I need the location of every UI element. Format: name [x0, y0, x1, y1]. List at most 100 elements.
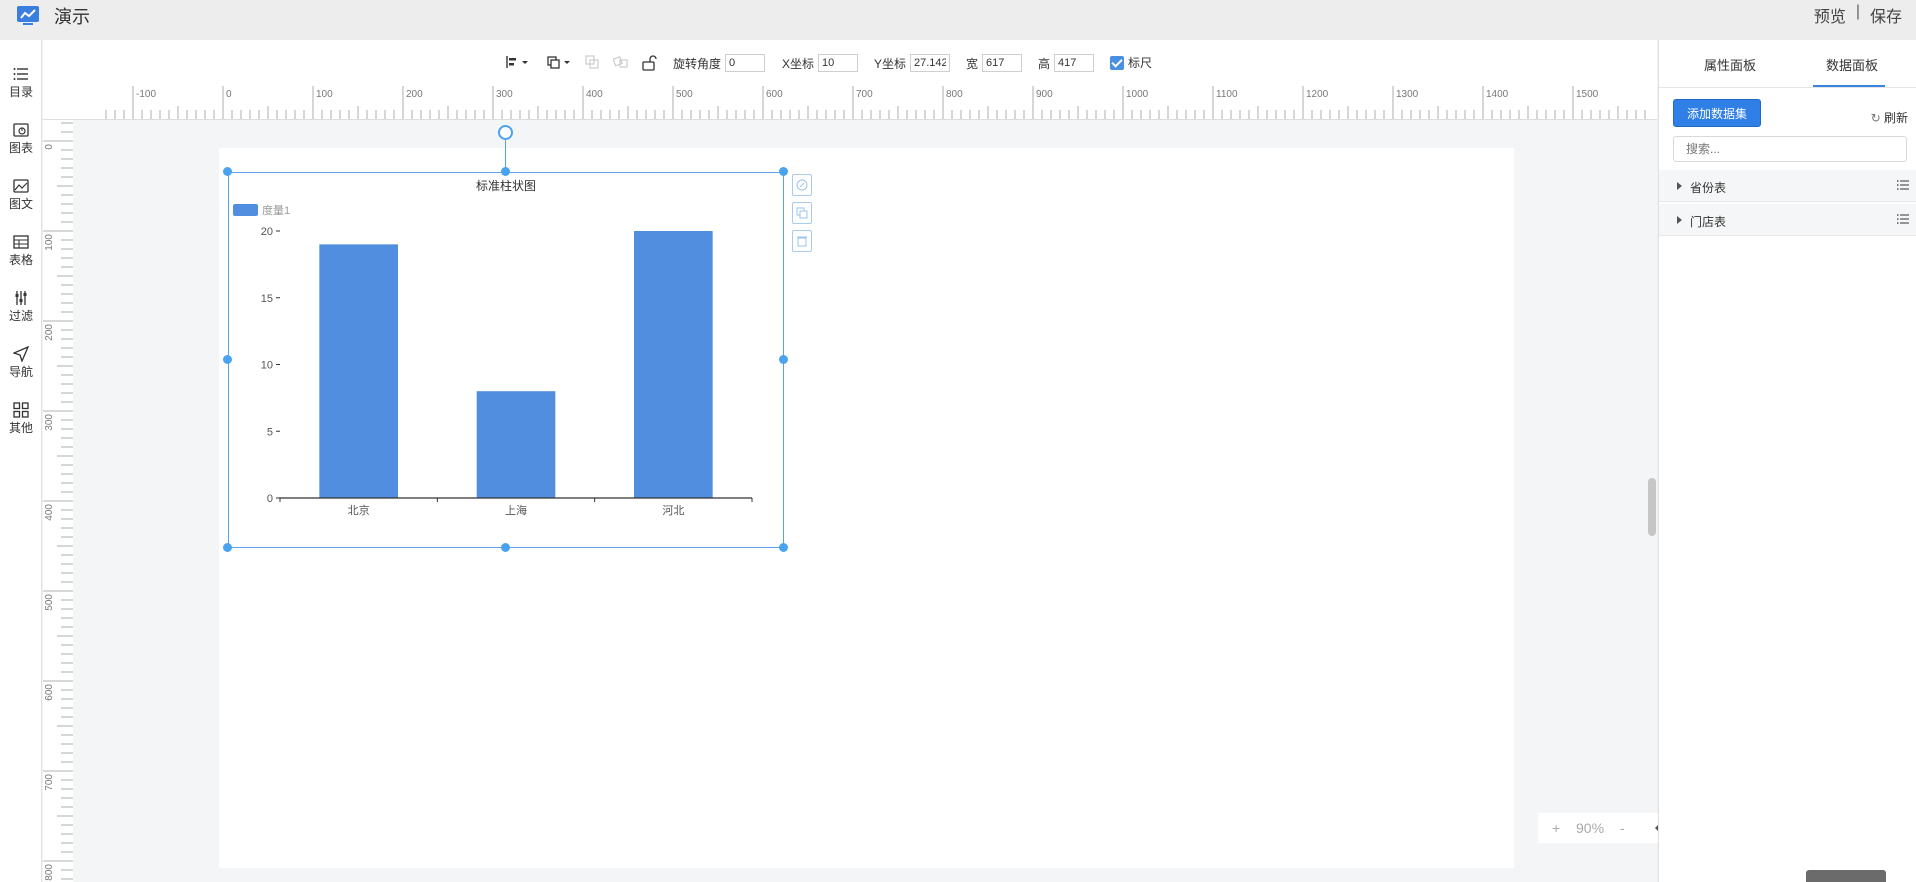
dataset-item[interactable]: 门店表 [1659, 204, 1916, 236]
chart-edit-button[interactable] [792, 174, 812, 196]
tab-properties[interactable]: 属性面板 [1704, 55, 1756, 74]
ruler-tick-label: 100 [316, 89, 333, 100]
chart-icon [13, 123, 29, 137]
x-coordinate-input[interactable] [818, 54, 859, 72]
sidebar-item-table[interactable]: 表格 [0, 230, 42, 278]
ruler-tick-label: 1400 [1486, 89, 1509, 100]
unlock-icon[interactable] [641, 55, 657, 71]
resize-handle-bottom[interactable] [501, 543, 510, 552]
ruler-tick-label: 1500 [1576, 89, 1599, 100]
legend-label: 度量1 [262, 203, 290, 217]
ruler-tick-label: 500 [676, 89, 693, 100]
list-menu-icon[interactable] [1897, 213, 1909, 225]
sidebar-item-label: 其他 [8, 421, 33, 435]
ruler-tick-label: 100 [44, 234, 55, 251]
canvas-scrollbar[interactable] [1648, 478, 1656, 536]
width-input[interactable] [982, 54, 1023, 72]
ruler-tick-label: 700 [44, 774, 55, 791]
expand-arrow-icon[interactable] [1677, 182, 1682, 190]
chart-delete-button[interactable] [792, 230, 812, 252]
bar-2[interactable] [476, 391, 556, 498]
chart-component[interactable]: 标准柱状图 度量1 0 5 10 15 20 北京 上海 河北 [228, 172, 784, 548]
add-dataset-button[interactable]: 添加数据集 [1673, 99, 1761, 127]
ruler-tick-label: 300 [44, 414, 55, 431]
ruler-tick-label: 800 [946, 89, 963, 100]
ruler-tick-label: 1100 [1216, 89, 1238, 100]
sidebar-item-label: 图表 [8, 141, 33, 155]
ruler-tick-label: 400 [586, 89, 603, 100]
preview-button[interactable]: 预览 [1814, 3, 1846, 27]
ruler-tick-label: 900 [1036, 89, 1053, 100]
sidebar-item-filter[interactable]: 过滤 [0, 286, 42, 334]
app-header: 演示 预览 | 保存 [0, 0, 1916, 40]
sidebar-item-label: 图文 [8, 197, 33, 211]
bar-1[interactable] [319, 244, 398, 498]
height-input[interactable] [1054, 54, 1095, 72]
ruler-tick-label: 200 [44, 324, 55, 341]
refresh-button[interactable]: ↻ 刷新 [1871, 109, 1908, 126]
zoom-out-button[interactable]: - [1620, 820, 1625, 836]
dataset-item[interactable]: 省份表 [1659, 170, 1916, 202]
list-menu-icon[interactable] [1897, 179, 1909, 191]
copy-icon [796, 207, 808, 219]
resize-handle-right[interactable] [779, 355, 788, 364]
table-icon [13, 235, 29, 249]
bar-chart: 标准柱状图 度量1 0 5 10 15 20 北京 上海 河北 [233, 178, 753, 517]
chart-copy-button[interactable] [792, 202, 812, 224]
ruler-tick-label: 600 [766, 89, 783, 100]
y-tick-label: 15 [261, 293, 273, 305]
ruler-tick-label: 600 [44, 684, 55, 701]
resize-handle-left[interactable] [223, 355, 232, 364]
x-tick-label: 河北 [662, 504, 684, 517]
ruler-checkbox[interactable] [1110, 55, 1124, 70]
ruler-tick-label: 1000 [1126, 89, 1149, 100]
sidebar-item-catalog[interactable]: 目录 [0, 62, 42, 110]
sidebar-item-chart[interactable]: 图表 [0, 118, 42, 166]
sidebar-item-other[interactable]: 其他 [0, 398, 42, 446]
refresh-icon: ↻ [1870, 111, 1881, 125]
dataset-label: 省份表 [1690, 181, 1727, 195]
sidebar-item-label: 导航 [8, 365, 33, 379]
resize-handle-bottom-right[interactable] [779, 543, 788, 552]
resize-handle-top-left[interactable] [223, 167, 232, 176]
bar-3[interactable] [634, 231, 713, 498]
layer-dropdown-icon[interactable] [546, 55, 572, 69]
resize-handle-top-right[interactable] [779, 167, 788, 176]
align-dropdown-icon[interactable] [505, 55, 529, 69]
ruler-tick-label: 1300 [1396, 89, 1419, 100]
rotation-input[interactable] [725, 54, 766, 72]
ruler-tick-label: 200 [406, 89, 423, 100]
y-tick-label: 20 [261, 226, 273, 238]
ruler-label: 标尺 [1128, 56, 1153, 70]
refresh-label: 刷新 [1883, 111, 1908, 125]
sidebar-item-navigation[interactable]: 导航 [0, 342, 42, 390]
ruler-tick-label: -100 [136, 89, 156, 100]
ruler-tick-label: 800 [44, 864, 55, 881]
horizontal-ruler: -100 0 100 200 300 400 500 600 700 800 900 1000 1100… [43, 86, 1657, 120]
x-tick-label: 北京 [348, 503, 370, 517]
dataset-search-input[interactable] [1673, 136, 1907, 162]
header-separator: | [1855, 3, 1860, 20]
x-coordinate-label: X坐标 [782, 56, 815, 71]
component-sidebar: 目录 图表 图文 表格 过滤 导航 其他 [0, 40, 42, 882]
navigation-icon [13, 346, 29, 362]
group-icon[interactable] [584, 55, 600, 69]
expand-arrow-icon[interactable] [1677, 216, 1682, 224]
rotate-handle[interactable] [498, 125, 513, 140]
ruler-tick-label: 500 [44, 594, 55, 611]
status-pill [1806, 870, 1886, 882]
trash-icon [797, 236, 807, 247]
resize-handle-top[interactable] [501, 167, 510, 176]
ungroup-icon[interactable] [613, 55, 629, 69]
edit-icon [796, 179, 808, 191]
x-tick-label: 上海 [505, 503, 527, 517]
sidebar-item-image-text[interactable]: 图文 [0, 174, 42, 222]
y-coordinate-input[interactable] [910, 54, 951, 72]
save-button[interactable]: 保存 [1870, 3, 1902, 27]
resize-handle-bottom-left[interactable] [223, 543, 232, 552]
zoom-in-button[interactable]: + [1552, 820, 1560, 836]
y-tick-label: 0 [267, 493, 273, 505]
zoom-level: 90% [1576, 820, 1605, 836]
tab-data[interactable]: 数据面板 [1826, 55, 1878, 74]
property-toolbar: 旋转角度 X坐标 Y坐标 宽 高 标尺 [43, 40, 1657, 86]
